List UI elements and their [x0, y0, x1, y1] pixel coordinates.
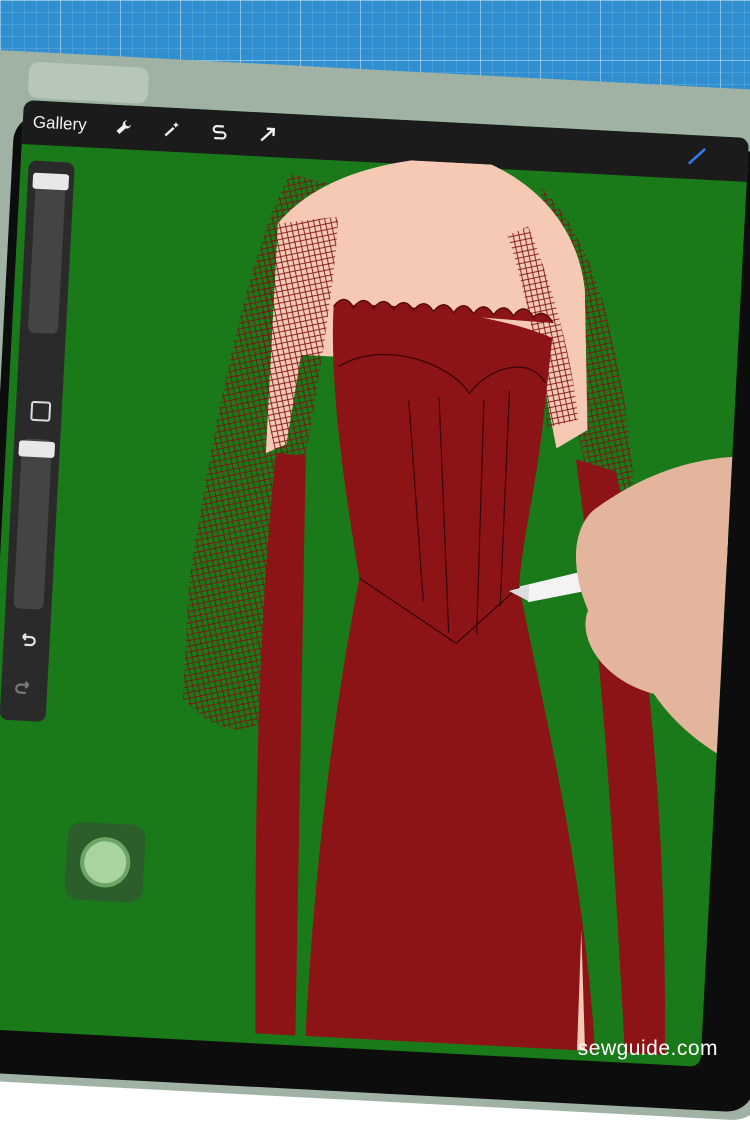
- quick-menu-button[interactable]: [64, 821, 147, 904]
- tablet-screen: Gallery: [0, 100, 750, 1067]
- case-button-cover: [27, 61, 150, 104]
- brush-size-slider[interactable]: [27, 172, 70, 335]
- move-arrow-icon[interactable]: [254, 121, 281, 148]
- magic-wand-icon[interactable]: [158, 116, 185, 143]
- selection-s-icon[interactable]: [206, 119, 233, 146]
- opacity-slider[interactable]: [13, 438, 56, 610]
- brush-icon[interactable]: [685, 145, 708, 173]
- redo-arrow-icon[interactable]: [13, 676, 36, 699]
- gallery-button[interactable]: Gallery: [32, 113, 87, 136]
- brush-size-thumb[interactable]: [32, 172, 70, 191]
- stylus-tip: [508, 585, 530, 602]
- wrench-icon[interactable]: [110, 114, 137, 141]
- undo-arrow-icon[interactable]: [15, 628, 38, 651]
- opacity-thumb[interactable]: [18, 440, 56, 459]
- color-circle-icon: [78, 836, 132, 889]
- site-watermark: sewguide.com: [577, 1037, 718, 1060]
- modify-square-icon[interactable]: [30, 400, 52, 422]
- hand-with-stylus: [508, 456, 750, 781]
